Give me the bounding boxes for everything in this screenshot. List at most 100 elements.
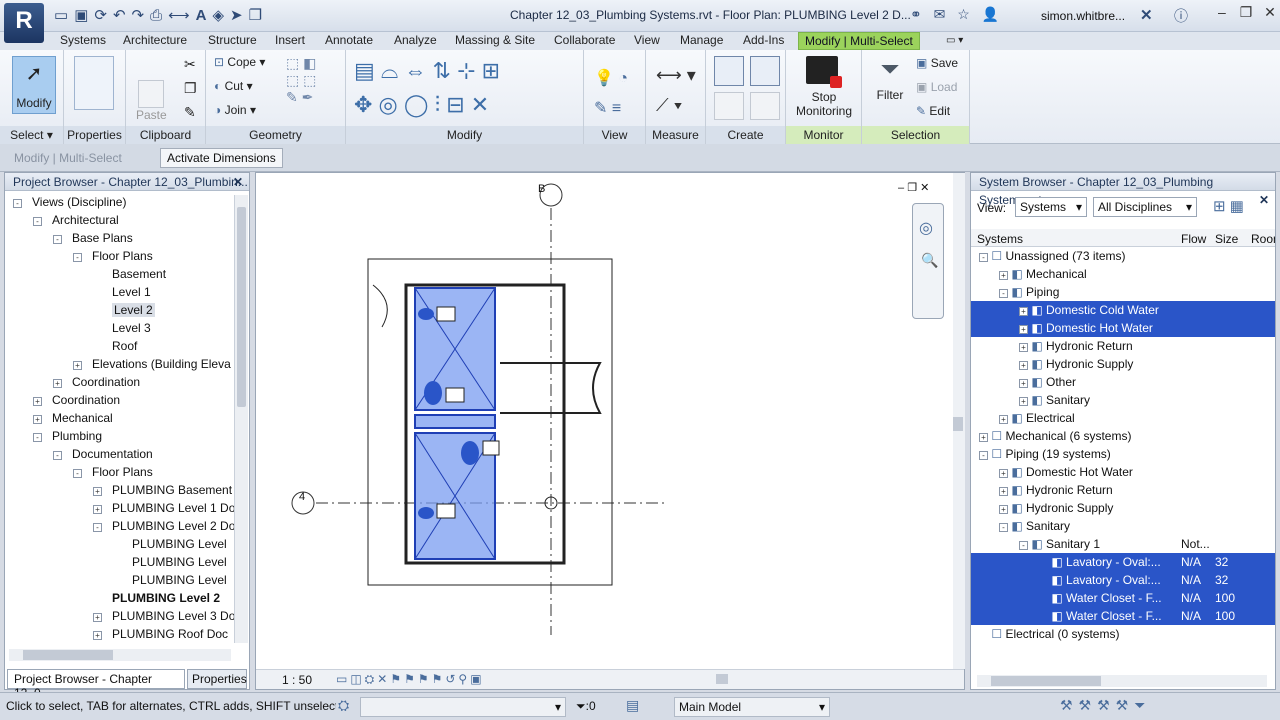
tab-collaborate[interactable]: Collaborate (554, 32, 615, 50)
view-select[interactable]: Systems ▾ (1015, 197, 1087, 217)
workset-select[interactable]: ▾ (360, 697, 566, 717)
tab-insert[interactable]: Insert (275, 32, 305, 50)
navigation-bar[interactable]: ◎ 🔍 (912, 203, 944, 319)
tree-item[interactable]: + Elevations (Building Eleva (73, 357, 231, 371)
expand-icon[interactable]: + (33, 415, 42, 424)
selection-toggle-icons[interactable]: ⚒⚒⚒⚒⏷ (1060, 697, 1151, 714)
measure-tools-icons[interactable]: ⟷ ▾ ⟋ ▾ (656, 60, 696, 120)
view-control-icons[interactable]: ▭◫⛭✕⚑⚑⚑⚑↺⚲▣ (336, 672, 485, 687)
close-icon[interactable]: ✕ (1259, 191, 1269, 209)
expand-icon[interactable]: + (73, 361, 82, 370)
measure-icon[interactable]: ⟷ (168, 6, 190, 24)
expand-icon[interactable]: + (53, 379, 62, 388)
cope-button[interactable]: ⊡ Cope ▾ (214, 55, 265, 69)
expand-icon[interactable]: + (1019, 397, 1028, 406)
expand-icon[interactable]: + (1019, 361, 1028, 370)
system-row[interactable]: + ◧ Hydronic Return (971, 481, 1275, 499)
minimize-icon[interactable]: – (1218, 4, 1226, 20)
monitor-tag-icon[interactable] (436, 306, 456, 322)
help-icon[interactable]: ⓘ (1174, 6, 1188, 26)
expand-icon[interactable]: + (93, 487, 102, 496)
monitor-tag-icon[interactable] (445, 387, 465, 403)
system-row[interactable]: + ◧ Domestic Cold Water (971, 301, 1275, 319)
system-row[interactable]: + ◧ Sanitary (971, 391, 1275, 409)
save-icon[interactable]: ▣ (74, 6, 88, 24)
tree-item[interactable]: + PLUMBING Basement (93, 483, 232, 497)
system-row[interactable]: ◧ Water Closet - F... N/A 100 (971, 607, 1275, 625)
system-row[interactable]: + ◧ Other (971, 373, 1275, 391)
user-icon[interactable]: 👤 (982, 6, 999, 22)
expand-icon[interactable]: + (1019, 307, 1028, 316)
system-row[interactable]: - ☐ Piping (19 systems) (971, 445, 1275, 463)
collapse-icon[interactable]: - (53, 235, 62, 244)
system-row[interactable]: + ◧ Hydronic Supply (971, 499, 1275, 517)
design-options-icon[interactable]: ▤ (626, 697, 639, 714)
expand-icon[interactable]: + (1019, 379, 1028, 388)
system-row[interactable]: ◧ Water Closet - F... N/A 100 (971, 589, 1275, 607)
system-row[interactable]: - ☐ Unassigned (73 items) (971, 247, 1275, 265)
tab-massing-site[interactable]: Massing & Site (455, 32, 535, 50)
tab-analyze[interactable]: Analyze (394, 32, 437, 50)
column-systems[interactable]: Systems (977, 232, 1023, 246)
tree-item[interactable]: PLUMBING Level 2 (93, 591, 220, 605)
restore-view-icon[interactable]: ❐ (907, 182, 917, 194)
tab-add-ins[interactable]: Add-Ins (743, 32, 784, 50)
expand-icon[interactable]: + (999, 271, 1008, 280)
system-row[interactable]: ◧ Lavatory - Oval:... N/A 32 (971, 553, 1275, 571)
close-icon[interactable]: ✕ (1264, 4, 1276, 20)
tree-item[interactable]: PLUMBING Level (113, 537, 227, 551)
system-row[interactable]: + ◧ Hydronic Return (971, 337, 1275, 355)
paste-button[interactable]: Paste (136, 80, 167, 122)
tree-item[interactable]: + PLUMBING Level 3 Do (93, 609, 235, 623)
save-selection-button[interactable]: ▣ Save (916, 56, 958, 70)
system-row[interactable]: + ◧ Mechanical (971, 265, 1275, 283)
expand-icon[interactable]: + (979, 433, 988, 442)
group-label-select[interactable]: Select ▾ (0, 126, 63, 144)
tree-item[interactable]: - PLUMBING Level 2 Do (93, 519, 235, 533)
collapse-icon[interactable]: - (999, 289, 1008, 298)
tree-item[interactable]: Roof (93, 339, 137, 353)
system-row[interactable]: - ◧ Sanitary (971, 517, 1275, 535)
collapse-icon[interactable]: - (53, 451, 62, 460)
tree-item[interactable]: Level 1 (93, 285, 151, 299)
system-row[interactable]: - ◧ Sanitary 1 Not... (971, 535, 1275, 553)
collapse-icon[interactable]: - (33, 433, 42, 442)
tab-annotate[interactable]: Annotate (325, 32, 373, 50)
tab-properties[interactable]: Properties (187, 669, 247, 689)
system-row[interactable]: ☐ Electrical (0 systems) (971, 625, 1275, 643)
system-row[interactable]: + ☐ Mechanical (6 systems) (971, 427, 1275, 445)
close-view-icon[interactable]: ✕ (920, 182, 929, 194)
tree-item[interactable]: + Coordination (33, 393, 120, 407)
favorites-icon[interactable]: ☆ (957, 6, 970, 22)
vertical-scrollbar[interactable] (234, 195, 248, 643)
system-row[interactable]: + ◧ Domestic Hot Water (971, 463, 1275, 481)
tab-view[interactable]: View (634, 32, 660, 50)
undo-icon[interactable]: ↶ (113, 6, 126, 24)
create-similar-icon[interactable] (750, 56, 780, 86)
expand-icon[interactable]: + (93, 505, 102, 514)
tab-structure[interactable]: Structure (208, 32, 257, 50)
geometry-tools-icons[interactable]: ⬚ ◧ ⬚ ⬚ ✎ ✒ (286, 55, 316, 106)
collapse-icon[interactable]: - (979, 451, 988, 460)
vertical-scrollbar[interactable] (953, 173, 965, 669)
lavatory-fixture[interactable] (418, 507, 434, 519)
expand-icon[interactable]: + (999, 415, 1008, 424)
filter-small-icon[interactable]: ⏷ (576, 699, 586, 713)
join-button[interactable]: ◑ Join ▾ (214, 103, 256, 117)
system-row[interactable]: + ◧ Electrical (971, 409, 1275, 427)
tab-systems[interactable]: Systems (60, 32, 106, 50)
expand-icon[interactable]: + (1019, 343, 1028, 352)
text-icon[interactable]: A (196, 7, 207, 24)
monitor-tag-icon[interactable] (436, 503, 456, 519)
column-settings-icon[interactable]: ⊞ ▦ (1213, 197, 1244, 215)
expand-icon[interactable]: + (999, 469, 1008, 478)
match-properties-icon[interactable]: ✎ (184, 104, 196, 121)
column-size[interactable]: Size (1215, 232, 1238, 246)
copy-icon[interactable]: ❐ (184, 80, 197, 97)
lavatory-fixture[interactable] (418, 308, 434, 320)
selected-pipe-chase[interactable] (414, 414, 496, 429)
type-properties-icon[interactable] (74, 56, 114, 110)
expand-icon[interactable]: + (999, 505, 1008, 514)
steering-wheel-icon[interactable]: ◎ (919, 218, 937, 238)
tab-architecture[interactable]: Architecture (123, 32, 187, 50)
